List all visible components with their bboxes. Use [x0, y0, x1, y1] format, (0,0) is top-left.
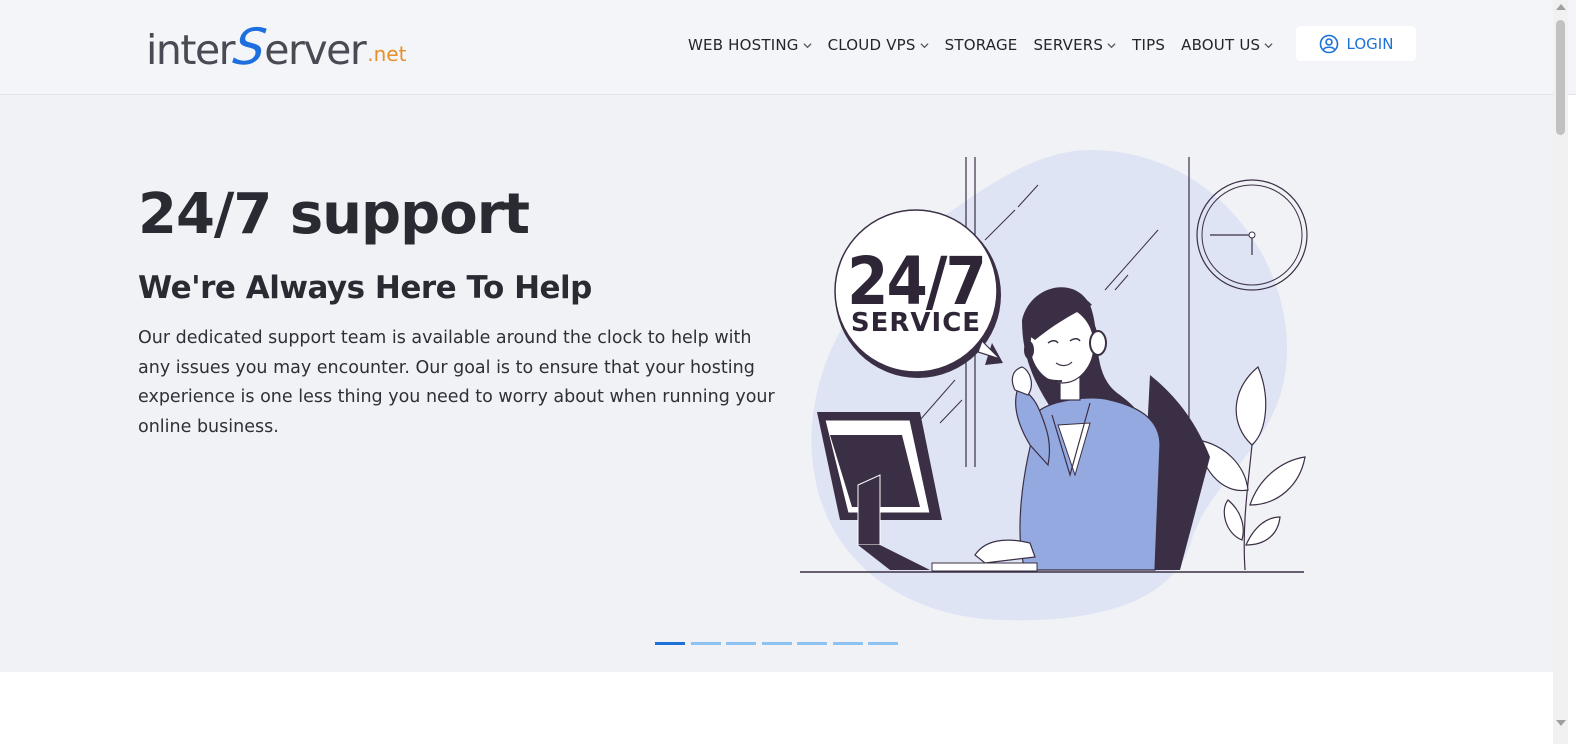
carousel-dot[interactable]	[797, 642, 827, 645]
chevron-down-icon	[920, 42, 929, 48]
chevron-down-icon	[1264, 42, 1273, 48]
nav-label: SERVERS	[1033, 36, 1104, 54]
vertical-scrollbar[interactable]	[1553, 0, 1568, 744]
logo-wordmark: interServer	[146, 18, 367, 76]
login-button[interactable]: LOGIN	[1296, 26, 1416, 61]
hero-subtitle: We're Always Here To Help	[138, 270, 592, 306]
hero-slider: 24/7 support We're Always Here To Help O…	[0, 95, 1553, 672]
nav-label: TIPS	[1132, 36, 1166, 54]
nav-label: STORAGE	[944, 36, 1018, 54]
chevron-down-icon	[803, 42, 812, 48]
carousel-dot[interactable]	[690, 642, 721, 645]
scrollbar-thumb[interactable]	[1556, 20, 1565, 135]
logo-suffix: .net	[367, 42, 407, 66]
interserver-logo[interactable]: interServer .net	[146, 18, 407, 76]
nav-cloud-vps[interactable]: CLOUD VPS	[828, 36, 929, 54]
support-agent-illustration: 24/7 SERVICE	[800, 150, 1308, 621]
nav-tips[interactable]: TIPS	[1132, 36, 1165, 54]
carousel-dot[interactable]	[832, 642, 863, 645]
user-circle-icon	[1319, 34, 1338, 53]
nav-label: CLOUD VPS	[827, 36, 916, 54]
main-nav: WEB HOSTING CLOUD VPS STORAGE SERVERS TI…	[688, 36, 1289, 54]
hero-description: Our dedicated support team is available …	[138, 328, 775, 437]
carousel-dot[interactable]	[868, 642, 898, 645]
nav-about-us[interactable]: ABOUT US	[1181, 36, 1273, 54]
nav-label: WEB HOSTING	[688, 36, 799, 54]
carousel-dot[interactable]	[761, 642, 792, 645]
scroll-up-arrow-icon[interactable]	[1556, 4, 1566, 10]
chevron-down-icon	[1107, 42, 1116, 48]
carousel-dot[interactable]	[726, 642, 756, 645]
carousel-dot[interactable]	[655, 642, 685, 645]
nav-label: ABOUT US	[1181, 36, 1261, 54]
nav-web-hosting[interactable]: WEB HOSTING	[688, 36, 812, 54]
site-header: interServer .net WEB HOSTING CLOUD VPS S…	[0, 0, 1576, 95]
carousel-indicators	[655, 642, 904, 645]
scroll-down-arrow-icon[interactable]	[1556, 720, 1566, 726]
hero-title: 24/7 support	[138, 182, 530, 247]
nav-storage[interactable]: STORAGE	[945, 36, 1018, 54]
nav-servers[interactable]: SERVERS	[1033, 36, 1116, 54]
login-label: LOGIN	[1346, 34, 1394, 53]
bubble-service-text: SERVICE	[851, 308, 981, 338]
